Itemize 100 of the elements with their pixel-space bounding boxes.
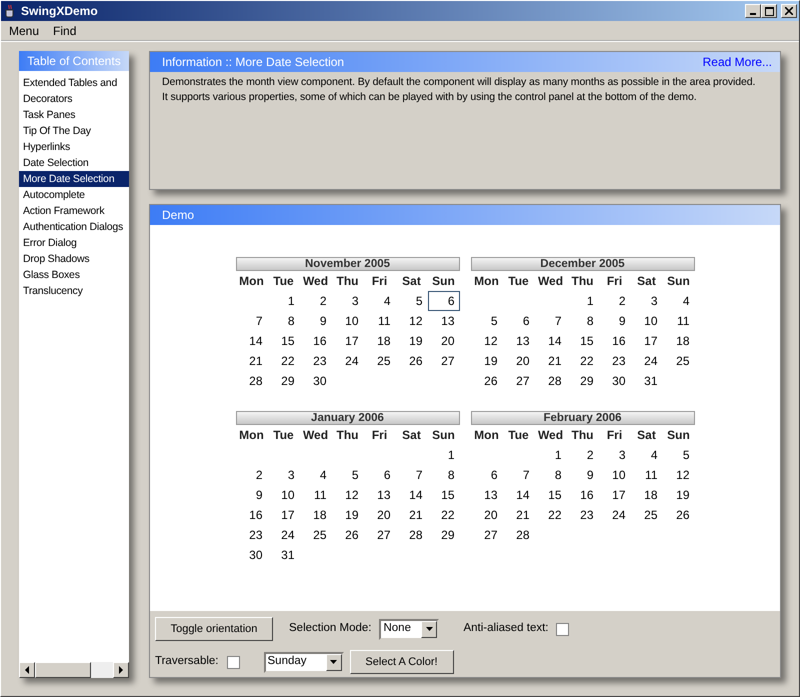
day-cell[interactable]: 5 [470,311,502,331]
day-cell[interactable]: 29 [566,371,598,391]
day-cell[interactable]: 27 [364,525,396,545]
select-color-button[interactable]: Select A Color! [350,650,454,674]
day-cell[interactable]: 24 [332,351,364,371]
day-cell[interactable]: 11 [364,311,396,331]
day-cell[interactable]: 6 [470,465,502,485]
day-cell[interactable]: 31 [268,545,300,565]
day-cell[interactable]: 13 [470,485,502,505]
sidebar-item[interactable]: Glass Boxes [19,267,129,283]
day-cell[interactable]: 4 [300,465,332,485]
day-cell[interactable]: 21 [396,505,428,525]
day-cell[interactable]: 6 [502,311,534,331]
day-cell[interactable]: 18 [662,331,694,351]
day-cell[interactable]: 2 [598,291,630,311]
day-cell[interactable]: 1 [534,445,566,465]
day-cell[interactable]: 30 [236,545,268,565]
day-cell[interactable]: 16 [300,331,332,351]
day-cell[interactable]: 11 [630,465,662,485]
day-cell[interactable]: 9 [566,465,598,485]
day-cell[interactable]: 18 [364,331,396,351]
day-cell[interactable]: 4 [630,445,662,465]
day-cell[interactable]: 29 [428,525,460,545]
day-cell[interactable]: 23 [236,525,268,545]
sidebar-item[interactable]: Error Dialog [19,235,129,251]
day-cell[interactable]: 8 [534,465,566,485]
menu-item[interactable]: Find [45,22,82,40]
day-cell[interactable]: 25 [364,351,396,371]
read-more-link[interactable]: Read More... [702,53,772,71]
day-cell[interactable]: 26 [332,525,364,545]
selection-mode-dropdown[interactable]: None [379,618,440,640]
checkbox[interactable] [226,656,240,668]
sidebar-item[interactable]: Date Selection [19,155,129,171]
day-cell[interactable]: 22 [566,351,598,371]
day-cell[interactable]: 5 [662,445,694,465]
day-cell[interactable]: 3 [268,465,300,485]
minimize-button[interactable] [745,4,761,18]
day-cell[interactable]: 23 [598,351,630,371]
day-cell[interactable]: 3 [332,291,364,311]
day-cell[interactable]: 14 [534,331,566,351]
day-cell[interactable]: 11 [662,311,694,331]
day-cell[interactable]: 28 [236,371,268,391]
sidebar-item[interactable]: More Date Selection [19,171,129,187]
day-cell[interactable]: 26 [662,505,694,525]
day-cell[interactable]: 3 [630,291,662,311]
day-cell[interactable]: 18 [630,485,662,505]
day-cell[interactable]: 26 [470,371,502,391]
day-cell[interactable]: 28 [502,525,534,545]
day-cell[interactable]: 15 [566,331,598,351]
day-cell[interactable]: 17 [598,485,630,505]
day-cell[interactable]: 17 [630,331,662,351]
day-cell[interactable]: 5 [332,465,364,485]
horizontal-scrollbar[interactable] [19,662,129,678]
day-cell[interactable]: 9 [300,311,332,331]
day-cell[interactable]: 14 [236,331,268,351]
menu-item[interactable]: Menu [1,22,46,40]
day-cell[interactable]: 27 [470,525,502,545]
day-cell[interactable]: 1 [268,291,300,311]
day-cell[interactable]: 25 [662,351,694,371]
day-cell[interactable]: 19 [470,351,502,371]
day-cell[interactable]: 15 [428,485,460,505]
day-cell[interactable]: 16 [236,505,268,525]
day-cell[interactable]: 27 [428,351,460,371]
sidebar-item[interactable]: Drop Shadows [19,251,129,267]
sidebar-item[interactable]: Action Framework [19,203,129,219]
day-cell[interactable]: 18 [300,505,332,525]
day-cell[interactable]: 8 [268,311,300,331]
day-cell[interactable]: 3 [598,445,630,465]
day-cell[interactable]: 27 [502,371,534,391]
day-cell[interactable]: 8 [428,465,460,485]
day-cell[interactable]: 21 [236,351,268,371]
day-cell[interactable]: 19 [332,505,364,525]
day-cell[interactable]: 7 [396,465,428,485]
day-cell[interactable]: 4 [662,291,694,311]
sidebar-item[interactable]: Task Panes [19,107,129,123]
day-cell[interactable]: 24 [268,525,300,545]
day-cell[interactable]: 4 [364,291,396,311]
day-cell[interactable]: 21 [534,351,566,371]
day-cell[interactable]: 10 [630,311,662,331]
day-cell[interactable]: 13 [428,311,460,331]
day-cell[interactable]: 23 [300,351,332,371]
day-cell[interactable]: 12 [396,311,428,331]
day-cell[interactable]: 21 [502,505,534,525]
day-cell[interactable]: 28 [396,525,428,545]
day-cell[interactable]: 11 [300,485,332,505]
day-cell[interactable]: 5 [396,291,428,311]
day-cell[interactable]: 26 [396,351,428,371]
day-cell[interactable]: 9 [598,311,630,331]
day-cell[interactable]: 22 [268,351,300,371]
day-cell[interactable]: 15 [534,485,566,505]
day-cell[interactable]: 10 [598,465,630,485]
sidebar-item[interactable]: Extended Tables and Decorators [19,75,129,107]
day-cell[interactable]: 29 [268,371,300,391]
day-cell[interactable]: 7 [502,465,534,485]
day-cell[interactable]: 31 [630,371,662,391]
day-cell[interactable]: 13 [364,485,396,505]
day-cell[interactable]: 23 [566,505,598,525]
scroll-thumb[interactable] [35,662,91,678]
day-cell[interactable]: 24 [630,351,662,371]
day-cell[interactable]: 14 [396,485,428,505]
